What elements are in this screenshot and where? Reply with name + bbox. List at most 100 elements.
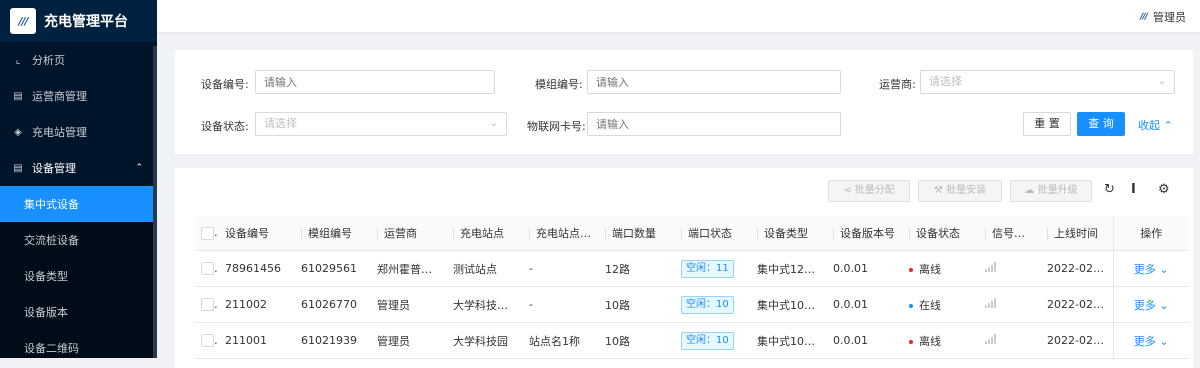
settings-icon[interactable]: ⚙	[1158, 182, 1170, 197]
app-title: 充电管理平台	[44, 14, 128, 30]
sidebar-item-centralized-devices[interactable]: 集中式设备	[0, 186, 157, 222]
operator-label: 运营商:	[879, 78, 916, 91]
column-divider	[301, 228, 302, 240]
chevron-down-icon: ⌄	[1157, 76, 1166, 87]
batch-install-button[interactable]: ⚒ 批量安装	[918, 180, 1002, 202]
status-label: 离线	[919, 334, 941, 348]
op-cell: 更多 ⌄	[1112, 322, 1189, 359]
sidebar-item-device-types[interactable]: 设备类型	[0, 258, 157, 294]
device-table: 设备编号 模组编号 运营商 充电站点 充电站点区域 端口数量 端口状态 设备类型…	[195, 216, 1189, 359]
sidebar-menu: ⌞ 分析页 ▤ 运营商管理 ◈ 充电站管理 ▤ 设备管理 ⌃ 集中式设备 交流桩…	[0, 42, 157, 358]
table-row[interactable]: 211002 61026770 管理员 大学科技园... - 10路 空闲：10…	[195, 286, 1189, 323]
select-all-cell	[195, 216, 219, 251]
user-logo-icon: ///	[1140, 12, 1148, 22]
column-header-label: 模组编号	[308, 227, 352, 240]
column-divider	[757, 228, 758, 240]
sidebar-item-operators[interactable]: ▤ 运营商管理	[0, 78, 157, 114]
column-header-label: 设备状态	[916, 227, 960, 240]
brand[interactable]: /// 充电管理平台	[0, 0, 157, 42]
column-header: 操作	[1112, 216, 1189, 251]
row-select-cell	[195, 250, 219, 287]
sidebar-scrollbar[interactable]	[153, 46, 157, 358]
app-logo: ///	[10, 8, 36, 34]
column-header: 设备状态	[903, 216, 979, 251]
column-header: 信号强度	[979, 216, 1041, 251]
module-no-input[interactable]	[587, 70, 841, 94]
column-divider	[833, 228, 834, 240]
sidebar-item-label: 交流桩设备	[24, 234, 79, 247]
device-no-cell: 211002	[219, 286, 295, 323]
table-header-row: 设备编号 模组编号 运营商 充电站点 充电站点区域 端口数量 端口状态 设备类型…	[195, 216, 1189, 251]
op-cell: 更多 ⌄	[1112, 250, 1189, 287]
column-header-label: 端口状态	[688, 227, 732, 240]
signal-cell	[979, 322, 1041, 359]
type-cell: 集中式10路...	[751, 286, 827, 323]
column-header-label: 端口数量	[612, 227, 656, 240]
status-dot	[909, 267, 913, 272]
device-table-panel: ⋖ 批量分配 ⚒ 批量安装 ☁ 批量升级 ↻ Ⅰ ⚙ 设备编号 模组编号 运营商…	[175, 168, 1193, 368]
row-checkbox[interactable]	[201, 334, 214, 348]
column-divider	[377, 228, 378, 240]
iot-card-input[interactable]	[587, 112, 841, 136]
table-row[interactable]: 211001 61021939 管理员 大学科技园 站点名1称 10路 空闲：1…	[195, 322, 1189, 359]
online-time-cell: 2022-02-21...	[1041, 322, 1113, 359]
device-no-input[interactable]	[255, 70, 495, 94]
column-header-label: 上线时间	[1054, 227, 1098, 240]
version-cell: 0.0.01	[827, 286, 903, 323]
logo-mark: ///	[18, 14, 28, 28]
sidebar-item-label: 集中式设备	[24, 198, 79, 211]
status-cell: 离线	[903, 250, 979, 287]
more-actions-link[interactable]: 更多 ⌄	[1134, 335, 1169, 348]
select-all-checkbox[interactable]	[201, 226, 214, 240]
more-actions-link[interactable]: 更多 ⌄	[1134, 263, 1169, 276]
operator-select[interactable]: 请选择 ⌄	[920, 70, 1175, 94]
reset-button[interactable]: 重 置	[1023, 112, 1071, 136]
operator-cell: 郑州霍普电...	[371, 250, 447, 287]
operator-cell: 管理员	[371, 286, 447, 323]
row-checkbox[interactable]	[201, 262, 214, 276]
column-header-label: 设备版本号	[840, 227, 895, 240]
sidebar-group-device-management[interactable]: ▤ 设备管理 ⌃	[0, 150, 157, 186]
column-header-label: 设备编号	[225, 227, 269, 240]
row-checkbox[interactable]	[201, 298, 214, 312]
user-menu[interactable]: /// 管理员	[1140, 9, 1186, 25]
signal-strength-icon	[985, 334, 996, 344]
status-label: 离线	[919, 262, 941, 276]
collapse-link[interactable]: 收起 ⌃	[1138, 117, 1173, 133]
area-cell: -	[523, 250, 599, 287]
batch-upgrade-button[interactable]: ☁ 批量升级	[1010, 180, 1092, 202]
batch-assign-label: 批量分配	[854, 185, 895, 196]
status-label: 在线	[919, 298, 941, 312]
list-icon: ▤	[13, 162, 23, 174]
sidebar-item-device-qrcode[interactable]: 设备二维码	[0, 330, 157, 358]
cloud-upload-icon: ☁	[1024, 185, 1038, 196]
sidebar-item-stations[interactable]: ◈ 充电站管理	[0, 114, 157, 150]
more-actions-link[interactable]: 更多 ⌄	[1134, 299, 1169, 312]
refresh-icon[interactable]: ↻	[1104, 182, 1115, 197]
column-divider	[453, 228, 454, 240]
sidebar-item-label: 设备类型	[24, 270, 68, 283]
operator-select-placeholder: 请选择	[929, 75, 962, 88]
search-button[interactable]: 查 询	[1077, 112, 1125, 136]
sidebar-item-analysis[interactable]: ⌞ 分析页	[0, 42, 157, 78]
column-header-label: 设备类型	[764, 227, 808, 240]
station-cell: 测试站点	[447, 250, 523, 287]
sidebar-item-ac-devices[interactable]: 交流桩设备	[0, 222, 157, 258]
device-no-cell: 78961456	[219, 250, 295, 287]
signal-cell	[979, 250, 1041, 287]
share-icon: ⋖	[843, 185, 855, 196]
sidebar-item-device-versions[interactable]: 设备版本	[0, 294, 157, 330]
column-divider	[681, 228, 682, 240]
table-row[interactable]: 78961456 61029561 郑州霍普电... 测试站点 - 12路 空闲…	[195, 250, 1189, 287]
grid-icon: ▤	[13, 90, 23, 102]
sidebar-group-label: 设备管理	[32, 162, 76, 175]
column-height-icon[interactable]: Ⅰ	[1131, 182, 1136, 197]
status-dot	[909, 303, 913, 308]
sidebar-item-label: 设备版本	[24, 306, 68, 319]
device-no-label: 设备编号:	[201, 78, 249, 91]
column-divider	[985, 228, 986, 240]
batch-assign-button[interactable]: ⋖ 批量分配	[828, 180, 910, 202]
device-status-select-placeholder: 请选择	[264, 117, 297, 130]
device-status-select[interactable]: 请选择 ⌄	[255, 112, 507, 136]
column-header: 上线时间	[1041, 216, 1113, 251]
